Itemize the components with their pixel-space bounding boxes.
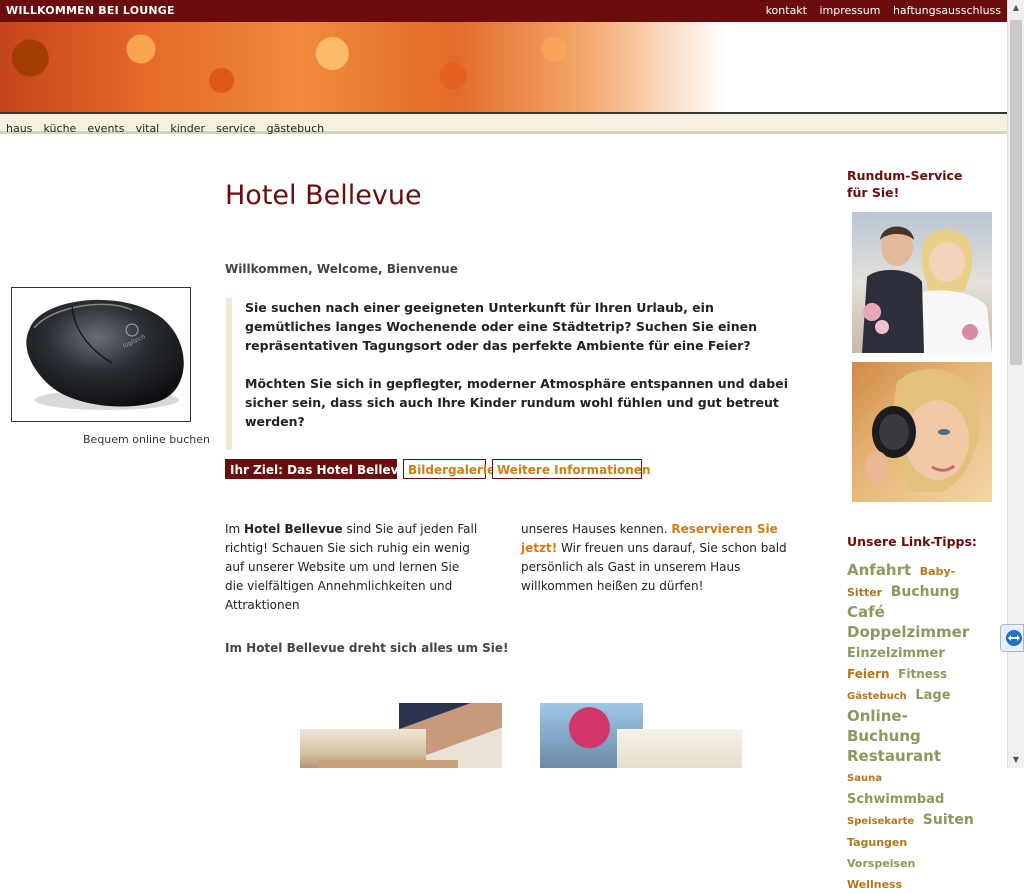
imprint-link[interactable]: impressum bbox=[820, 4, 881, 17]
welcome-heading: Willkommen, Welcome, Bienvenue bbox=[225, 262, 458, 276]
tagline: Im Hotel Bellevue dreht sich alles um Si… bbox=[225, 641, 509, 655]
tab-bildergalerie[interactable]: Bildergalerie bbox=[403, 459, 495, 479]
collage-photo-interior bbox=[617, 729, 742, 768]
woman-with-mirror-icon bbox=[865, 369, 981, 492]
disclaimer-link[interactable]: haftungsausschluss bbox=[893, 4, 1001, 17]
intro-quote: Sie suchen nach einer geeigneten Unterku… bbox=[226, 298, 801, 450]
intro-paragraph-1: Sie suchen nach einer geeigneten Unterku… bbox=[245, 300, 757, 353]
online-booking-image[interactable]: logitech bbox=[11, 287, 191, 422]
tab-weitere-informationen[interactable]: Weitere Informationen bbox=[492, 459, 650, 479]
scroll-up-arrow-icon[interactable]: ▲ bbox=[1008, 0, 1024, 16]
scroll-thumb[interactable] bbox=[1010, 20, 1022, 365]
contact-link[interactable]: kontakt bbox=[766, 4, 807, 17]
service-title: Rundum-Service für Sie! bbox=[847, 168, 963, 200]
nav-item-vital[interactable]: vital bbox=[136, 122, 160, 135]
main-nav: haus küche events vital kinder service g… bbox=[0, 112, 1007, 135]
tag-link[interactable]: Lage bbox=[915, 688, 950, 703]
top-bar: WILLKOMMEN BEI LOUNGE kontakt impressum … bbox=[0, 0, 1007, 22]
tag-link[interactable]: Tagungen bbox=[847, 836, 907, 849]
nav-item-events[interactable]: events bbox=[87, 122, 124, 135]
tab-hotel-bellevue[interactable]: Ihr Ziel: Das Hotel Bellevue bbox=[225, 459, 415, 479]
col2-text: Wir freuen uns darauf, Sie schon bald pe… bbox=[521, 541, 787, 593]
tag-link[interactable]: Gästebuch bbox=[847, 691, 907, 702]
compact-mirror-photo[interactable] bbox=[852, 362, 992, 502]
tag-link[interactable]: Suiten bbox=[923, 812, 974, 828]
page-title: Hotel Bellevue bbox=[225, 180, 422, 211]
header-banner bbox=[0, 22, 1007, 112]
tag-link[interactable]: Buchung bbox=[891, 584, 960, 600]
tag-link[interactable]: Sauna bbox=[847, 773, 882, 784]
link-tips-title: Unsere Link-Tipps: bbox=[847, 534, 977, 549]
tag-link[interactable]: Einzelzimmer bbox=[847, 646, 945, 661]
hotel-name-bold: Hotel Bellevue bbox=[244, 522, 343, 536]
nav-item-gaestebuch[interactable]: gästebuch bbox=[267, 122, 325, 135]
nav-item-kueche[interactable]: küche bbox=[44, 122, 77, 135]
top-links: kontakt impressum haftungsausschluss bbox=[757, 4, 1001, 17]
nav-item-kinder[interactable]: kinder bbox=[170, 122, 205, 135]
remote-support-widget[interactable] bbox=[1000, 624, 1024, 652]
tag-link[interactable]: Anfahrt bbox=[847, 561, 911, 579]
tag-link[interactable]: Wellness bbox=[847, 878, 902, 891]
intro-paragraph-2: Möchten Sie sich in gepflegter, moderner… bbox=[245, 376, 788, 429]
wedding-couple-icon bbox=[862, 226, 992, 353]
site-title: WILLKOMMEN BEI LOUNGE bbox=[6, 4, 175, 17]
booking-caption[interactable]: Bequem online buchen bbox=[83, 433, 210, 446]
nav-item-service[interactable]: service bbox=[216, 122, 255, 135]
scroll-down-arrow-icon[interactable]: ▼ bbox=[1008, 752, 1024, 768]
tag-link[interactable]: Online-Buchung bbox=[847, 707, 921, 745]
col2-prefix: unseres Hauses kennen. bbox=[521, 522, 672, 536]
text-column-right: unseres Hauses kennen. Reservieren Sie j… bbox=[521, 520, 811, 596]
nav-item-haus[interactable]: haus bbox=[6, 122, 32, 135]
teamviewer-icon bbox=[1006, 630, 1022, 646]
wedding-photo[interactable] bbox=[852, 212, 992, 353]
computer-mouse-icon: logitech bbox=[26, 299, 184, 410]
tag-link[interactable]: Speisekarte bbox=[847, 816, 914, 827]
tag-link[interactable]: Doppelzimmer bbox=[847, 623, 969, 641]
tag-cloud: Anfahrt Baby-Sitter Buchung Café Doppelz… bbox=[847, 560, 977, 894]
tag-link[interactable]: Feiern bbox=[847, 667, 890, 681]
tag-link[interactable]: Schwimmbad bbox=[847, 792, 944, 807]
text-column-left: Im Hotel Bellevue sind Sie auf jeden Fal… bbox=[225, 520, 480, 615]
tag-link[interactable]: Café bbox=[847, 603, 885, 621]
tag-link[interactable]: Vorspeisen bbox=[847, 857, 915, 870]
tag-link[interactable]: Restaurant bbox=[847, 747, 941, 765]
tag-link[interactable]: Fitness bbox=[898, 667, 947, 681]
collage-photo-food bbox=[318, 760, 458, 768]
col1-prefix: Im bbox=[225, 522, 245, 536]
